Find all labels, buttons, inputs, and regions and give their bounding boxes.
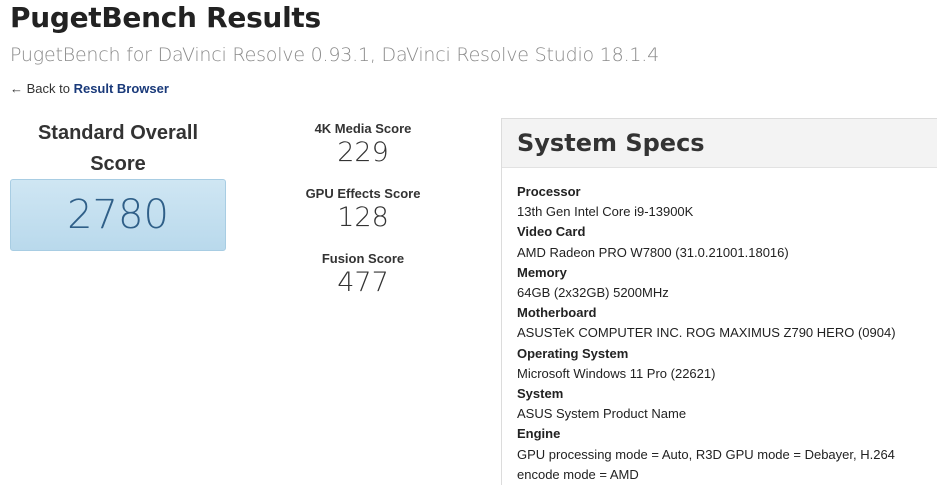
spec-value-operating-system: Microsoft Windows 11 Pro (22621): [517, 365, 716, 381]
sub-score-4k-media: 4K Media Score 229: [283, 120, 443, 168]
overall-score-value: 2780: [10, 179, 226, 251]
spec-label-memory: Memory: [517, 264, 567, 280]
spec-value-motherboard: ASUSTeK COMPUTER INC. ROG MAXIMUS Z790 H…: [517, 325, 896, 341]
sub-scores: 4K Media Score 229 GPU Effects Score 128…: [283, 120, 443, 315]
spec-label-video-card: Video Card: [517, 224, 586, 240]
back-link-row: ← Back to Result Browser: [10, 80, 169, 98]
spec-label-processor: Processor: [517, 184, 581, 199]
sub-score-gpu-effects: GPU Effects Score 128: [283, 185, 443, 233]
system-specs-title: System Specs: [502, 119, 937, 168]
page-title: PugetBench Results: [10, 1, 321, 34]
result-browser-link[interactable]: Result Browser: [74, 81, 169, 96]
spec-label-engine: Engine: [517, 426, 561, 442]
spec-value-engine: GPU processing mode = Auto, R3D GPU mode…: [517, 446, 895, 482]
sub-score-value: 229: [337, 137, 389, 168]
spec-value-system: ASUS System Product Name: [517, 406, 687, 422]
back-prefix: ← Back to: [10, 81, 74, 96]
spec-label-operating-system: Operating System: [517, 345, 629, 361]
spec-value-video-card: AMD Radeon PRO W7800 (31.0.21001.18016): [517, 244, 789, 260]
sub-score-value: 128: [337, 202, 389, 233]
sub-score-fusion: Fusion Score 477: [283, 250, 443, 298]
spec-label-system: System: [517, 386, 564, 402]
spec-value-memory: 64GB (2x32GB) 5200MHz: [517, 285, 669, 301]
spec-value-processor: 13th Gen Intel Core i9-13900K: [517, 204, 694, 220]
sub-score-label: GPU Effects Score: [305, 186, 421, 201]
page-subtitle: PugetBench for DaVinci Resolve 0.93.1, D…: [10, 44, 660, 66]
sub-score-value: 477: [337, 267, 389, 298]
results-page: PugetBench Results PugetBench for DaVinc…: [0, 0, 937, 485]
system-specs-panel: System Specs Processor 13th Gen Intel Co…: [501, 118, 937, 485]
spec-label-motherboard: Motherboard: [517, 305, 597, 321]
sub-score-label: 4K Media Score: [314, 121, 412, 136]
sub-score-label: Fusion Score: [321, 251, 405, 266]
overall-score-section: Standard Overall Score: [10, 118, 226, 180]
overall-score-label: Standard Overall Score: [37, 122, 199, 175]
system-specs-list: Processor 13th Gen Intel Core i9-13900K …: [502, 168, 937, 485]
